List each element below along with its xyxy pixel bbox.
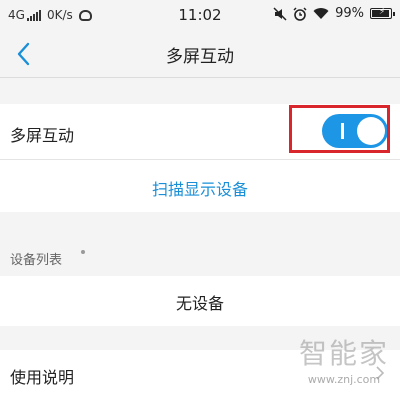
device-list-empty: 无设备 — [0, 276, 400, 326]
battery-icon: ⚡ — [370, 7, 395, 19]
status-right: 99% ⚡ — [273, 6, 395, 21]
page-title: 多屏互动 — [166, 47, 234, 67]
no-device-text: 无设备 — [175, 294, 224, 313]
watermark: 智能家 www.znj.com — [288, 332, 400, 395]
battery-percent: 99% — [335, 6, 364, 21]
watermark-url: www.znj.com — [307, 373, 381, 386]
multi-screen-label: 多屏互动 — [10, 126, 75, 145]
dot-icon — [81, 250, 85, 254]
nav-bar: 多屏互动 — [0, 30, 400, 78]
mute-icon — [273, 6, 287, 21]
wifi-icon — [313, 8, 329, 19]
guide-label: 使用说明 — [10, 368, 75, 387]
scan-row[interactable]: 扫描显示设备 — [0, 160, 400, 212]
status-bar: 4G 0K/s 11:02 99% ⚡ — [0, 0, 400, 30]
alarm-icon — [293, 6, 307, 21]
scan-devices-button[interactable]: 扫描显示设备 — [0, 176, 400, 200]
device-list-header: 设备列表 — [0, 240, 400, 276]
toggle-highlight-box — [289, 105, 390, 153]
device-list-title: 设备列表 — [10, 253, 63, 268]
watermark-text: 智能家 — [298, 337, 389, 370]
